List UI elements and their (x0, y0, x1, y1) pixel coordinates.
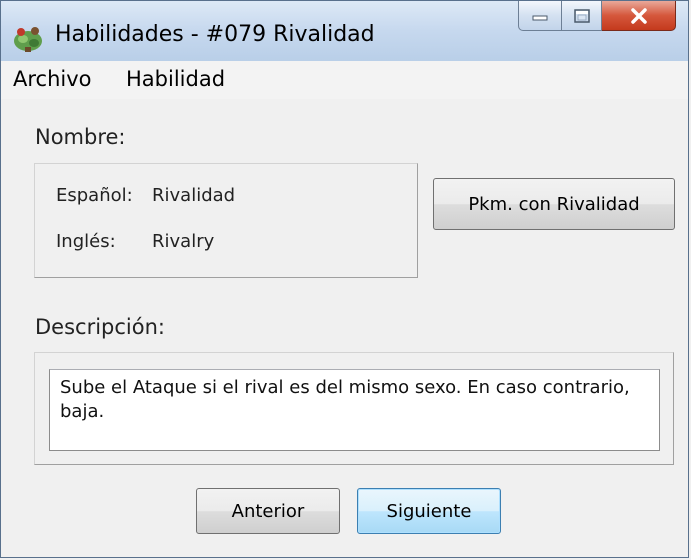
english-value: Rivalry (152, 231, 215, 252)
menu-archivo[interactable]: Archivo (13, 67, 92, 91)
next-button[interactable]: Siguiente (357, 488, 501, 534)
name-heading: Nombre: (35, 125, 126, 149)
maximize-icon (573, 8, 590, 23)
menu-bar: Archivo Habilidad (1, 61, 688, 99)
description-panel: Sube el Ataque si el rival es del mismo … (34, 352, 674, 465)
menu-habilidad[interactable]: Habilidad (126, 67, 225, 91)
previous-button[interactable]: Anterior (196, 488, 340, 534)
close-icon (630, 7, 647, 24)
close-button[interactable] (602, 1, 676, 31)
description-textarea[interactable]: Sube el Ataque si el rival es del mismo … (49, 369, 660, 451)
main-window: Habilidades - #079 Rivalidad Archivo Hab… (0, 0, 689, 558)
spanish-label: Español: (56, 185, 133, 206)
window-title: Habilidades - #079 Rivalidad (55, 22, 375, 47)
name-panel: Español: Rivalidad Inglés: Rivalry (34, 163, 418, 278)
maximize-button[interactable] (562, 1, 602, 31)
pokemon-with-ability-button[interactable]: Pkm. con Rivalidad (433, 178, 675, 230)
spanish-value: Rivalidad (152, 185, 236, 206)
minimize-icon (532, 15, 548, 20)
minimize-button[interactable] (518, 1, 562, 31)
description-heading: Descripción: (35, 315, 165, 339)
english-label: Inglés: (56, 231, 116, 252)
title-bar[interactable]: Habilidades - #079 Rivalidad (1, 1, 688, 62)
window-controls (518, 1, 676, 35)
app-icon (14, 27, 42, 52)
